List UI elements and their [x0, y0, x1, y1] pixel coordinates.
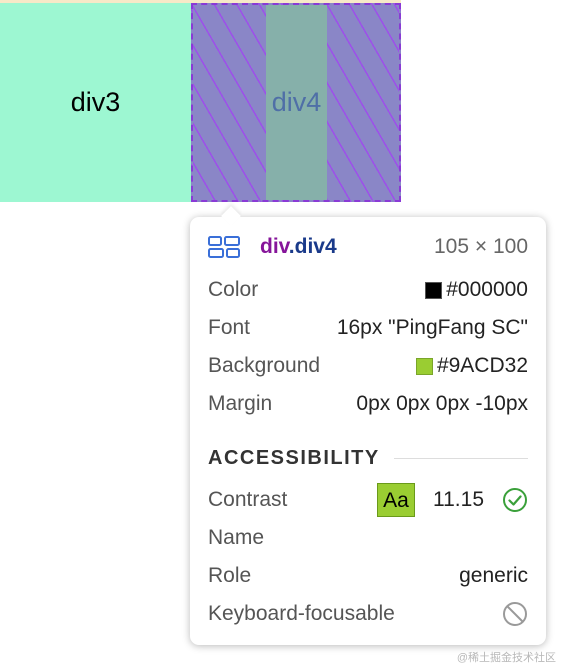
background-value-text: #9ACD32: [436, 354, 528, 377]
row-background: Background #9ACD32: [208, 347, 528, 385]
accessibility-section-header: ACCESSIBILITY: [208, 443, 528, 473]
keyboard-focusable-value: [484, 601, 528, 627]
keyboard-focusable-label: Keyboard-focusable: [208, 602, 395, 625]
contrast-value: Aa 11.15: [377, 483, 528, 517]
div4-content-box: div4: [266, 5, 327, 200]
row-color: Color #000000: [208, 271, 528, 309]
div3-label: div3: [70, 87, 121, 117]
margin-value: 0px 0px 0px -10px: [356, 392, 528, 415]
role-label: Role: [208, 564, 252, 587]
row-name: Name: [208, 519, 528, 557]
div3-block: div3: [0, 3, 191, 202]
not-allowed-icon: [503, 602, 527, 626]
color-value-text: #000000: [446, 278, 528, 301]
grid-layout-icon: [208, 236, 240, 258]
name-label: Name: [208, 526, 265, 549]
contrast-badge: Aa: [377, 483, 415, 517]
inspect-tooltip: div.div4 105 × 100 Color #000000 Font 16…: [190, 206, 546, 645]
div4-highlight[interactable]: div4: [191, 3, 401, 202]
color-label: Color: [208, 278, 259, 301]
tooltip-header: div.div4 105 × 100: [208, 232, 528, 262]
font-value: 16px "PingFang SC": [336, 316, 528, 339]
element-tag: div: [260, 235, 289, 258]
element-class: .div4: [288, 235, 337, 258]
element-name: div.div4: [260, 235, 337, 259]
tooltip-arrow: [221, 206, 241, 226]
accessibility-rows: Contrast Aa 11.15 Name Role generic Keyb…: [208, 481, 528, 633]
contrast-ratio: 11.15: [433, 488, 484, 511]
contrast-label: Contrast: [208, 488, 288, 511]
check-circle-icon: [503, 488, 527, 512]
watermark: @稀土掘金技术社区: [456, 652, 556, 664]
background-value: #9ACD32: [415, 354, 528, 378]
role-value: generic: [459, 564, 528, 587]
row-font: Font 16px "PingFang SC": [208, 309, 528, 347]
row-keyboard-focusable: Keyboard-focusable: [208, 595, 528, 633]
row-margin: Margin 0px 0px 0px -10px: [208, 385, 528, 423]
background-label: Background: [208, 354, 321, 377]
row-contrast: Contrast Aa 11.15: [208, 481, 528, 519]
div4-label: div4: [271, 87, 322, 117]
element-dimensions: 105 × 100: [433, 235, 528, 258]
background-swatch: [415, 357, 433, 375]
font-label: Font: [208, 316, 251, 339]
section-divider: [393, 457, 528, 459]
margin-label: Margin: [208, 392, 273, 415]
accessibility-title: ACCESSIBILITY: [208, 446, 380, 469]
color-value: #000000: [425, 278, 528, 302]
row-role: Role generic: [208, 557, 528, 595]
style-rows: Color #000000 Font 16px "PingFang SC" Ba…: [208, 271, 528, 423]
color-swatch: [425, 281, 443, 299]
